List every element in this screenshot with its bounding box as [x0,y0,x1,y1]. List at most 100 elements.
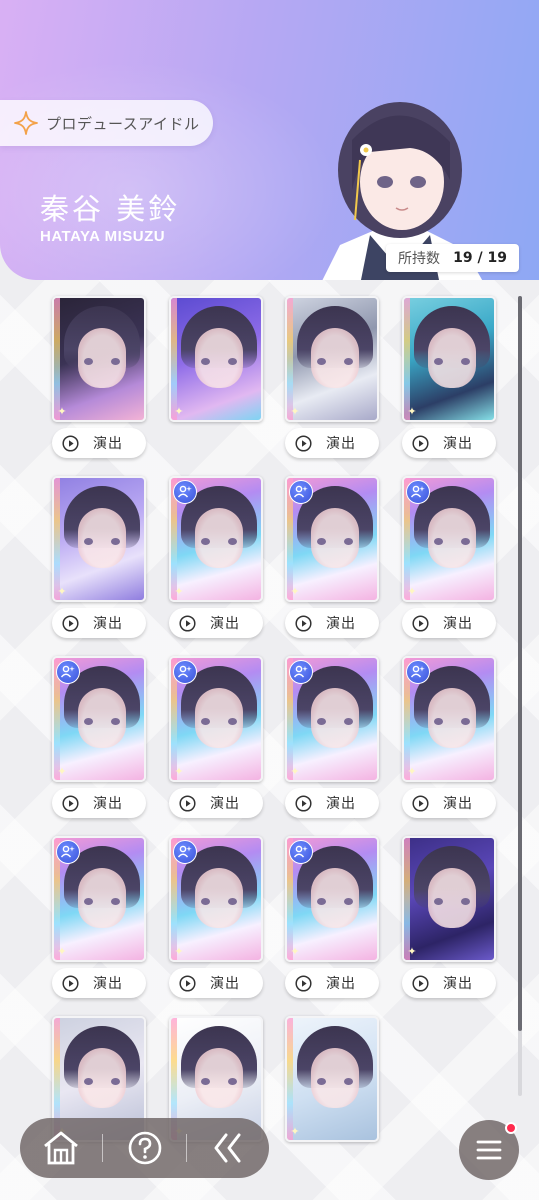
produce-idol-tab[interactable]: プロデュースアイドル [0,100,213,146]
rarity-sparkle-icon: ✦ [174,405,184,418]
card-character-eyes [201,358,237,366]
play-performance-button[interactable]: 演出 [285,608,379,638]
idol-card[interactable]: ✦ [52,836,146,962]
idol-type-badge-icon [406,480,430,504]
play-performance-button[interactable]: 演出 [52,608,146,638]
rarity-sparkle-icon: ✦ [290,585,300,598]
card-rarity-strip [287,1018,293,1140]
play-performance-label: 演出 [210,616,240,632]
produce-idol-label: プロデュースアイドル [46,114,200,133]
rarity-sparkle-icon: ✦ [290,945,300,958]
card-rarity-strip [171,298,177,420]
play-icon [295,614,312,632]
idol-header: プロデュースアイドル 秦谷 美鈴 HATAYA MISUZU 所持数 19 / … [0,0,539,280]
play-icon [179,794,196,812]
play-icon [412,974,429,992]
idol-card[interactable]: ✦ [285,656,379,782]
idol-card[interactable]: ✦ [169,836,263,962]
rarity-sparkle-icon: ✦ [57,945,67,958]
idol-card[interactable]: ✦ [169,476,263,602]
idol-type-badge-icon [289,480,313,504]
play-performance-label: 演出 [93,976,123,992]
idol-card[interactable]: ✦ [402,476,496,602]
card-character-eyes [84,898,120,906]
sparkle-icon [14,111,38,135]
play-performance-button[interactable]: 演出 [402,968,496,998]
idol-type-badge-icon [56,660,80,684]
play-performance-label: 演出 [443,436,473,452]
card-character-eyes [201,1078,237,1086]
card-rarity-strip [54,478,60,600]
card-character-eyes [317,898,353,906]
owned-count-badge: 所持数 19 / 19 [386,244,519,272]
idol-type-badge-icon [173,840,197,864]
home-button[interactable] [20,1118,102,1178]
card-rarity-strip [404,838,410,960]
idol-type-badge-icon [173,480,197,504]
play-performance-button[interactable]: 演出 [169,968,263,998]
idol-card[interactable]: ✦ [285,836,379,962]
idol-name-jp: 秦谷 美鈴 [40,192,181,226]
play-performance-button[interactable]: 演出 [52,428,146,458]
rarity-sparkle-icon: ✦ [57,585,67,598]
play-performance-label: 演出 [326,436,356,452]
rarity-sparkle-icon: ✦ [407,945,417,958]
owned-count-value: 19 / 19 [453,250,507,266]
card-character-eyes [434,538,470,546]
play-performance-button[interactable]: 演出 [52,788,146,818]
card-character-eyes [201,538,237,546]
card-rarity-strip [287,298,293,420]
idol-type-badge-icon [289,840,313,864]
play-icon [295,974,312,992]
idol-card[interactable]: ✦ [285,1016,379,1142]
scrollbar-thumb[interactable] [518,296,522,1031]
card-character-eyes [84,1078,120,1086]
home-icon [44,1131,79,1165]
card-character-eyes [317,1078,353,1086]
card-character-eyes [434,718,470,726]
play-performance-button[interactable]: 演出 [285,788,379,818]
play-performance-button[interactable]: 演出 [402,608,496,638]
idol-card[interactable]: ✦ [402,656,496,782]
help-icon [128,1131,161,1165]
play-performance-label: 演出 [93,616,123,632]
play-performance-button[interactable]: 演出 [285,428,379,458]
play-icon [295,434,312,452]
play-performance-button[interactable]: 演出 [402,428,496,458]
idol-card[interactable]: ✦ [169,656,263,782]
rarity-sparkle-icon: ✦ [57,405,67,418]
play-performance-label: 演出 [210,796,240,812]
rarity-sparkle-icon: ✦ [407,585,417,598]
play-icon [62,974,79,992]
play-performance-button[interactable]: 演出 [169,608,263,638]
card-character-eyes [317,538,353,546]
play-performance-button[interactable]: 演出 [285,968,379,998]
idol-card[interactable]: ✦ [52,476,146,602]
card-grid: ✦ 演出 ✦ ✦ 演出 ✦ 演出 ✦ 演出 ✦ 演出 ✦ 演出 ✦ 演出 ✦ 演出 ✦ 演出 ✦ 演出 ✦ 演出 ✦ 演出 ✦ 演出… [30,292,502,1200]
help-button[interactable] [103,1118,185,1178]
back-icon [214,1133,241,1163]
card-character-eyes [84,718,120,726]
idol-type-badge-icon [173,660,197,684]
idol-card[interactable]: ✦ [402,296,496,422]
play-performance-button[interactable]: 演出 [402,788,496,818]
back-button[interactable] [187,1118,269,1178]
card-list-scrollbar[interactable] [518,296,522,1096]
idol-card[interactable]: ✦ [169,296,263,422]
play-performance-label: 演出 [326,976,356,992]
idol-card[interactable]: ✦ [52,296,146,422]
idol-card[interactable]: ✦ [402,836,496,962]
card-character-eyes [434,898,470,906]
play-icon [412,614,429,632]
play-performance-button[interactable]: 演出 [52,968,146,998]
play-icon [179,614,196,632]
notification-dot [505,1122,517,1134]
play-performance-label: 演出 [93,796,123,812]
play-performance-button[interactable]: 演出 [169,788,263,818]
play-icon [412,434,429,452]
idol-card[interactable]: ✦ [52,656,146,782]
idol-card[interactable]: ✦ [285,296,379,422]
idol-card[interactable]: ✦ [285,476,379,602]
bottom-navigation [20,1118,269,1178]
card-rarity-strip [404,298,410,420]
